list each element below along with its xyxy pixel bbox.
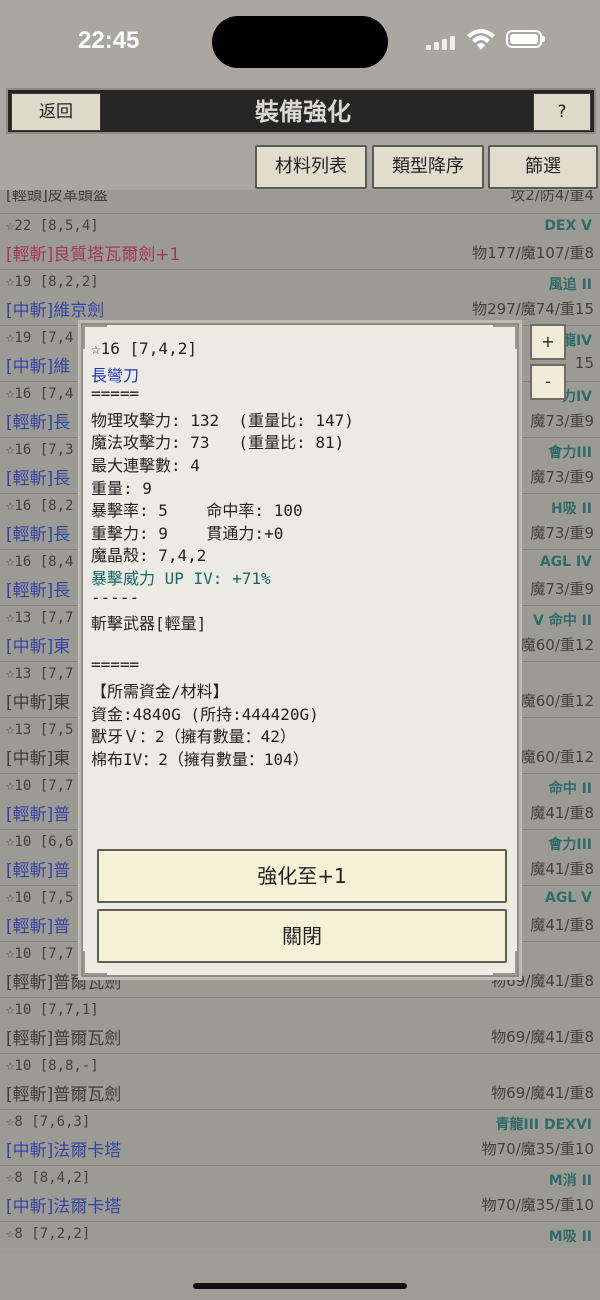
- corner-ornament: [493, 325, 517, 349]
- detail-line: 暴擊威力 UP IV: +71%: [91, 569, 271, 588]
- back-button[interactable]: 返回: [11, 93, 101, 131]
- detail-line: 重量: 9: [91, 478, 152, 498]
- enhance-button[interactable]: 強化至+1: [97, 849, 507, 903]
- detail-line: 獸牙Ｖ：2（擁有數量：42）: [91, 727, 296, 747]
- wifi-icon: [467, 29, 495, 50]
- status-bar: 22:45: [0, 0, 600, 84]
- detail-line: 魔晶殼: 7,4,2: [91, 546, 207, 566]
- dynamic-island: [212, 16, 388, 68]
- close-button[interactable]: 關閉: [97, 909, 507, 963]
- home-indicator[interactable]: [193, 1283, 407, 1289]
- header-bar: 返回 裝備強化 ?: [6, 88, 596, 134]
- detail-line: 最大連擊數: 4: [91, 456, 200, 475]
- cellular-signal-icon: [426, 36, 458, 50]
- filter-button[interactable]: 篩選: [488, 145, 598, 189]
- status-time: 22:45: [78, 27, 140, 54]
- detail-line: 資金:4840G (所持:444420G): [91, 704, 319, 724]
- bottom-area: [0, 1254, 600, 1300]
- sort-button[interactable]: 類型降序: [372, 145, 484, 189]
- detail-line: 【所需資金/材料】: [91, 682, 229, 701]
- detail-line: ☆16 [7,4,2]: [91, 339, 197, 358]
- detail-line: 暴擊率: 5 命中率: 100: [91, 501, 303, 521]
- enhance-dialog: ☆16 [7,4,2] 長彎刀 ===== 物理攻擊力: 132 (重量比: 147)…: [78, 320, 522, 980]
- detail-line: 重擊力: 9 貫通力:+0: [91, 523, 284, 543]
- detail-line: 魔法攻擊力: 73 (重量比: 81): [91, 433, 345, 453]
- detail-line: 長彎刀: [91, 365, 140, 385]
- zoom-out-button[interactable]: -: [530, 364, 566, 400]
- page-title: 裝備強化: [255, 98, 351, 126]
- help-button[interactable]: ?: [533, 93, 591, 131]
- battery-icon: [506, 30, 545, 48]
- detail-line: 斬擊武器[輕量]: [91, 614, 207, 634]
- detail-line: =====: [91, 655, 140, 675]
- detail-line: -----: [91, 587, 140, 607]
- detail-line: 物理攻擊力: 132 (重量比: 147): [91, 410, 354, 430]
- detail-line: =====: [91, 384, 140, 404]
- zoom-in-button[interactable]: +: [530, 324, 566, 360]
- materials-list-button[interactable]: 材料列表: [255, 145, 367, 189]
- detail-line: 棉布IV：2（擁有數量：104）: [91, 749, 309, 769]
